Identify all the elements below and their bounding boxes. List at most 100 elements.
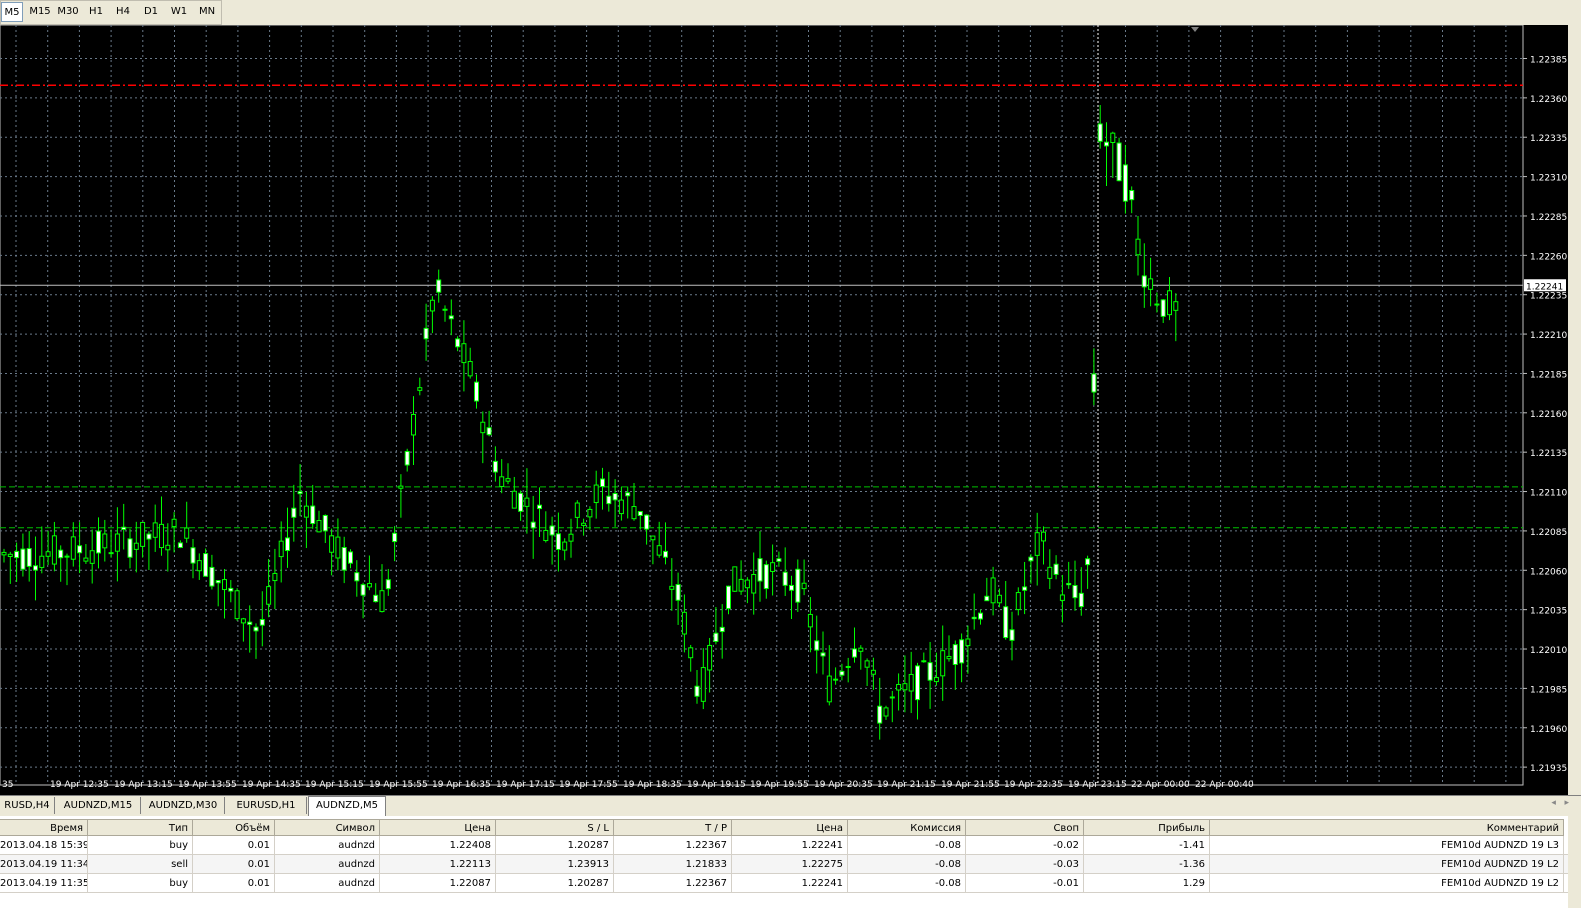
col-header-5[interactable]: S / L <box>496 819 614 836</box>
candle-body <box>1034 532 1040 556</box>
candle-body <box>644 514 650 530</box>
candle-body <box>1078 592 1084 608</box>
candle-body <box>650 535 656 541</box>
candle-body <box>902 683 908 691</box>
candle-body <box>524 497 530 507</box>
candle-body <box>83 557 89 562</box>
trade-cell-1: sell <box>88 855 193 874</box>
col-header-8[interactable]: Комиссия <box>848 819 966 836</box>
current-price-label: 1.22241 <box>1526 282 1563 292</box>
candle-body <box>1015 592 1021 611</box>
col-header-1[interactable]: Тип <box>88 819 193 836</box>
candle-body <box>366 583 372 588</box>
tf-w1[interactable]: W1 <box>167 2 191 22</box>
trade-cell-3: audnzd <box>275 874 380 893</box>
tf-d1[interactable]: D1 <box>140 2 162 22</box>
chart-tab-audnzd-m5[interactable]: AUDNZD,M5 <box>308 796 386 816</box>
candle-body <box>1 551 7 556</box>
candle-body <box>858 647 864 652</box>
candle-body <box>348 551 353 564</box>
trade-row[interactable]: 2013.04.19 11:35 buy 0.01 audnzd 1.22087 1.20… <box>0 874 1568 893</box>
candle-body <box>266 586 272 605</box>
candle-body <box>14 550 20 559</box>
trade-cell-7: 1.22275 <box>732 855 848 874</box>
x-tick-label: 19 Apr 14:35 <box>242 780 301 790</box>
trade-cell-8: -0.08 <box>848 855 966 874</box>
candle-body <box>681 611 687 635</box>
chart-svg[interactable]: 1.22385 1.22360 1.22335 1.22310 1.22285 1.222… <box>0 25 1568 795</box>
candle-body <box>606 495 612 505</box>
candle-body <box>436 279 442 293</box>
candle-body <box>102 533 108 549</box>
col-header-2[interactable]: Объём <box>193 819 275 836</box>
trade-cell-8: -0.08 <box>848 874 966 893</box>
trade-row[interactable]: 2013.04.18 15:39 buy 0.01 audnzd 1.22408 1.20… <box>0 836 1568 855</box>
tf-h4[interactable]: H4 <box>111 2 135 22</box>
trade-cell-9: -0.03 <box>966 855 1084 874</box>
price-chart[interactable]: 1.22385 1.22360 1.22335 1.22310 1.22285 1.222… <box>0 25 1568 795</box>
x-tick-label: 19 Apr 19:55 <box>750 780 809 790</box>
col-header-11[interactable]: Комментарий <box>1210 819 1564 836</box>
y-tick-label: 1.22210 <box>1530 331 1567 341</box>
candle-body <box>379 590 385 613</box>
chart-tab-audnzd-m15[interactable]: AUDNZD,M15 <box>56 797 141 814</box>
candle-body <box>744 579 750 589</box>
tab-scroll-arrows[interactable]: ◂ ▸ <box>1551 798 1569 808</box>
candle-body <box>196 560 202 572</box>
trade-cell-0: 2013.04.19 11:34 <box>0 855 88 874</box>
candle-body <box>77 545 83 554</box>
x-tick-label: 19 Apr 16:35 <box>432 780 491 790</box>
candle-body <box>152 522 158 538</box>
chart-tab-audnzd-m30[interactable]: AUDNZD,M30 <box>142 797 225 814</box>
candle-body <box>952 644 958 665</box>
candle-body <box>360 584 366 596</box>
candle-body <box>915 665 920 701</box>
chart-tab-eurusd-h1[interactable]: EURUSD,H1 <box>226 797 307 814</box>
candle-body <box>877 705 883 724</box>
tf-m15[interactable]: M15 <box>26 2 54 22</box>
trade-cell-0: 2013.04.18 15:39 <box>0 836 88 855</box>
y-tick-label: 1.21935 <box>1530 764 1567 774</box>
candle-body <box>807 613 813 628</box>
candle-body <box>297 491 303 495</box>
candle-body <box>1066 582 1072 586</box>
candle-body <box>423 327 429 340</box>
candle-body <box>89 550 95 564</box>
tf-h1[interactable]: H1 <box>85 2 107 22</box>
col-header-10[interactable]: Прибыль <box>1084 819 1210 836</box>
trade-cell-11: FEM10d AUDNZD 19 L2 <box>1210 874 1564 893</box>
x-tick-label: 22 Apr 00:40 <box>1195 780 1254 790</box>
trade-cell-4: 1.22113 <box>380 855 496 874</box>
candle-body <box>278 540 284 558</box>
candle-body <box>1072 584 1078 599</box>
candle-body <box>96 530 101 554</box>
candle-body <box>171 518 177 528</box>
trade-row[interactable]: 2013.04.19 11:34 sell 0.01 audnzd 1.22113 1.2… <box>0 855 1568 874</box>
candle-body <box>140 521 146 547</box>
candle-body <box>845 665 851 668</box>
candle-body <box>795 568 801 603</box>
tf-m30[interactable]: M30 <box>55 2 81 22</box>
candle-body <box>303 505 309 518</box>
col-header-3[interactable]: Символ <box>275 819 380 836</box>
candle-body <box>322 514 328 532</box>
tf-m5[interactable]: M5 <box>1 2 23 22</box>
trade-cell-7: 1.22241 <box>732 836 848 855</box>
chart-tab-rusd-h4[interactable]: RUSD,H4 <box>0 797 55 814</box>
candle-body <box>190 547 196 564</box>
col-header-0[interactable]: Время <box>0 819 88 836</box>
col-header-4[interactable]: Цена <box>380 819 496 836</box>
trade-cell-11: FEM10d AUDNZD 19 L2 <box>1210 855 1564 874</box>
tf-mn[interactable]: MN <box>194 2 220 22</box>
right-scrollbar[interactable] <box>1568 25 1581 908</box>
col-header-9[interactable]: Своп <box>966 819 1084 836</box>
candle-body <box>33 565 38 571</box>
candle-body <box>1059 594 1065 601</box>
candle-body <box>404 450 410 466</box>
col-header-7[interactable]: Цена <box>732 819 848 836</box>
x-tick-label: 19 Apr 18:35 <box>623 780 682 790</box>
candle-body <box>1173 301 1179 311</box>
col-header-6[interactable]: T / P <box>614 819 732 836</box>
x-tick-label: 19 Apr 20:35 <box>814 780 873 790</box>
candle-body <box>656 545 662 556</box>
